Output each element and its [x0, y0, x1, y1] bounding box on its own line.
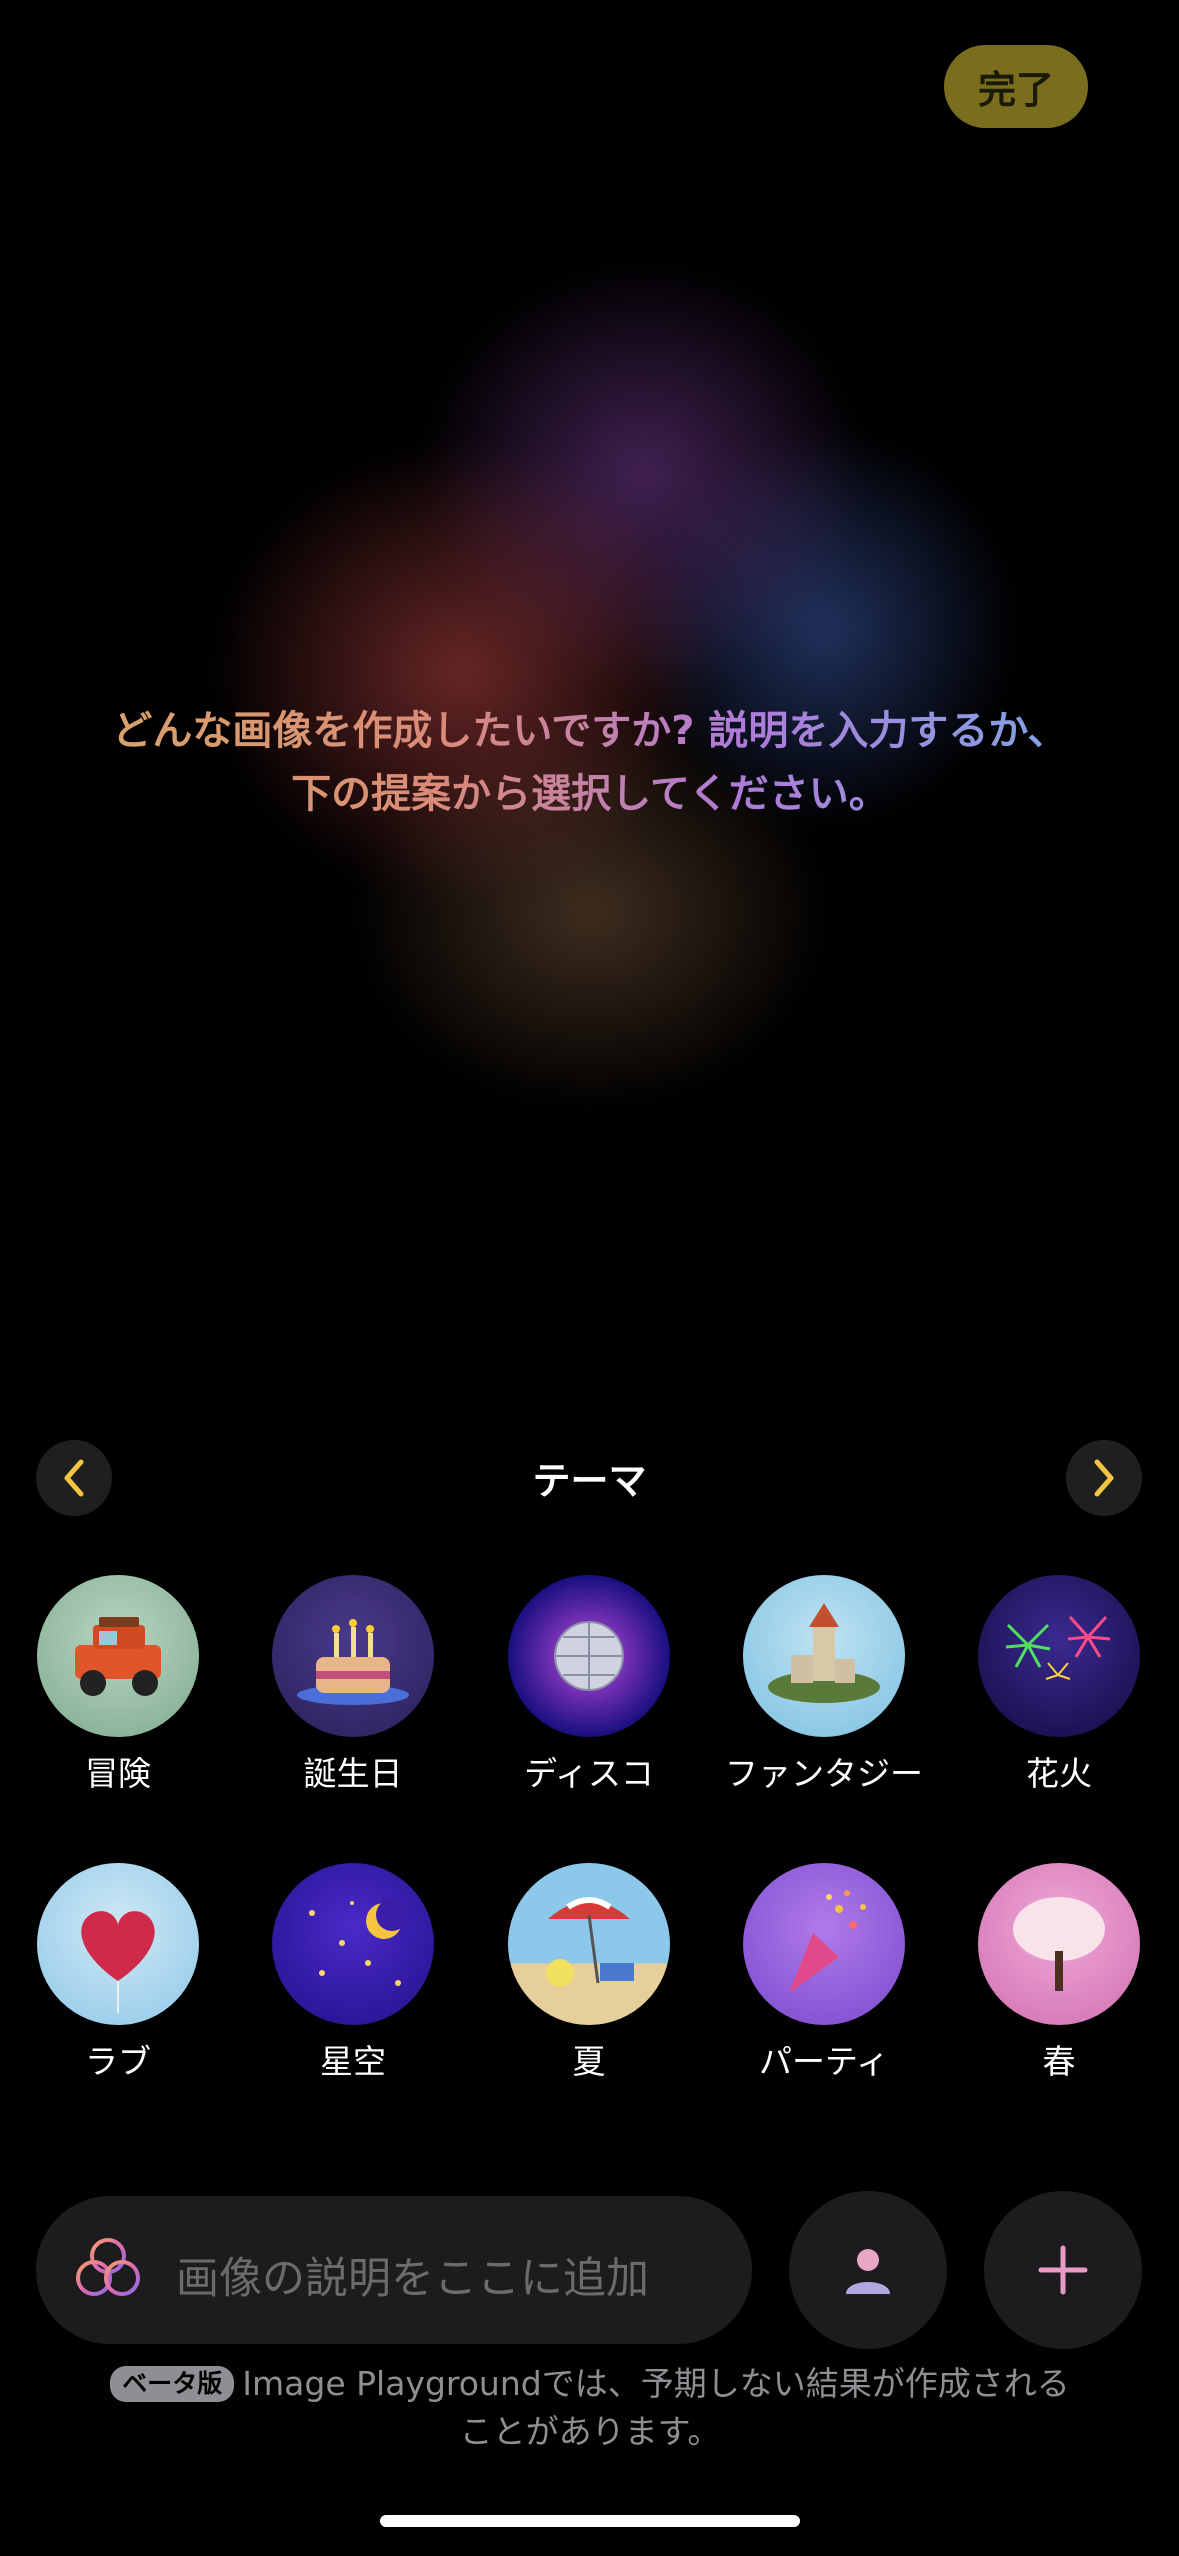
theme-label: ディスコ [524, 1754, 654, 1793]
theme-item-birthday[interactable]: 誕生日 [243, 1575, 463, 1795]
theme-label: 冒険 [85, 1754, 151, 1793]
home-indicator[interactable] [380, 2515, 800, 2527]
theme-title: テーマ [532, 1459, 647, 1503]
theme-label: 誕生日 [303, 1754, 403, 1793]
done-button[interactable]: 完了 [944, 45, 1088, 128]
person-icon [846, 2249, 890, 2294]
theme-label: 花火 [1026, 1754, 1092, 1793]
prompt-text: どんな画像を作成したいですか? 説明を入力するか、下の提案から選択してください。 [100, 700, 1080, 826]
theme-item-spring[interactable]: 春 [949, 1863, 1169, 2083]
theme-item-starry-sky[interactable]: 星空 [243, 1863, 463, 2083]
plus-icon [1038, 2245, 1088, 2295]
image-playground-icon [76, 2238, 140, 2296]
add-person-button[interactable] [789, 2191, 947, 2349]
beta-disclaimer: ベータ版 Image Playgroundでは、予期しない結果が作成されることがあ… [100, 2360, 1080, 2456]
party-popper-icon [743, 1863, 905, 2025]
theme-item-adventure[interactable]: 冒険 [8, 1575, 228, 1795]
birthday-cake-icon [272, 1575, 434, 1737]
chevron-right-icon [1094, 1459, 1114, 1497]
next-theme-button[interactable] [1066, 1440, 1142, 1516]
castle-island-icon [743, 1575, 905, 1737]
theme-label: 星空 [320, 2042, 386, 2081]
disco-ball-icon [508, 1575, 670, 1737]
theme-item-party[interactable]: パーティ [714, 1863, 934, 2083]
blossom-tree-icon [978, 1863, 1140, 2025]
theme-item-disco[interactable]: ディスコ [479, 1575, 699, 1795]
beach-umbrella-icon [508, 1863, 670, 2025]
theme-label: ファンタジー [725, 1754, 923, 1793]
moon-stars-icon [272, 1863, 434, 2025]
theme-label: 夏 [572, 2042, 606, 2081]
add-button[interactable] [984, 2191, 1142, 2349]
disclaimer-text: Image Playgroundでは、予期しない結果が作成されることがあります。 [242, 2364, 1070, 2451]
heart-balloon-icon [37, 1863, 199, 2025]
theme-label: パーティ [758, 2042, 890, 2081]
jeep-icon [37, 1575, 199, 1737]
theme-label: ラブ [85, 2042, 151, 2081]
theme-item-fireworks[interactable]: 花火 [949, 1575, 1169, 1795]
theme-item-love[interactable]: ラブ [8, 1863, 228, 2083]
beta-badge: ベータ版 [110, 2366, 235, 2402]
theme-item-summer[interactable]: 夏 [479, 1863, 699, 2083]
theme-item-fantasy[interactable]: ファンタジー [714, 1575, 934, 1795]
description-input[interactable]: 画像の説明をここに追加 [36, 2196, 752, 2344]
description-placeholder: 画像の説明をここに追加 [176, 2254, 649, 2304]
theme-label: 春 [1042, 2042, 1076, 2081]
fireworks-icon [978, 1575, 1140, 1737]
